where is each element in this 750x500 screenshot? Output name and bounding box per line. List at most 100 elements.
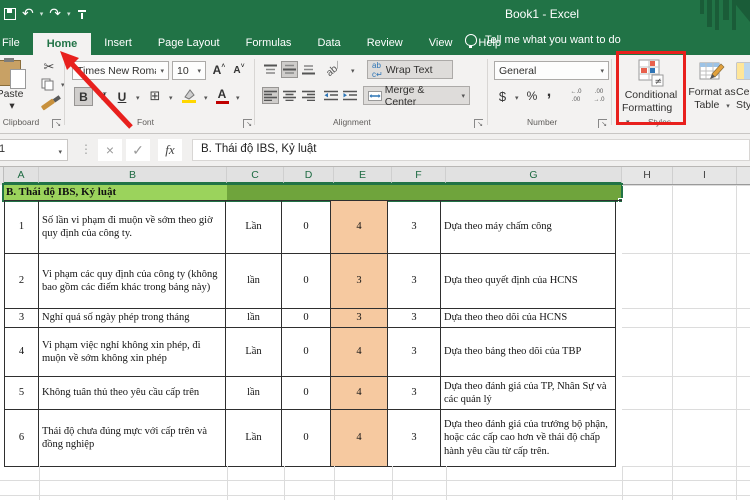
cell-score[interactable]: 4 bbox=[331, 328, 388, 377]
tell-me-box[interactable]: Tell me what you want to do bbox=[465, 34, 621, 48]
tab-formulas[interactable]: Formulas bbox=[233, 30, 305, 55]
cell-max[interactable]: 3 bbox=[388, 377, 441, 410]
cell-no[interactable]: 1 bbox=[5, 201, 39, 254]
cell-min[interactable]: 0 bbox=[282, 201, 331, 254]
cell-score[interactable]: 3 bbox=[331, 309, 388, 328]
cell-score[interactable]: 3 bbox=[331, 254, 388, 309]
cut-button[interactable]: ✂ bbox=[40, 59, 58, 75]
number-format-select[interactable]: General ▾ bbox=[494, 61, 609, 80]
column-header-a[interactable]: A bbox=[4, 167, 39, 184]
column-header-i[interactable]: I bbox=[673, 167, 737, 184]
cell-unit[interactable]: lần bbox=[226, 254, 282, 309]
decrease-indent-button[interactable] bbox=[322, 87, 339, 104]
cancel-button[interactable]: × bbox=[98, 139, 122, 161]
cell-styles-button[interactable]: Cell Styles bbox=[736, 57, 750, 129]
column-header-f[interactable]: F bbox=[392, 167, 446, 184]
column-header-e[interactable]: E bbox=[334, 167, 392, 184]
accounting-format-button[interactable]: $ bbox=[495, 87, 510, 105]
tab-page-layout[interactable]: Page Layout bbox=[145, 30, 233, 55]
insert-function-button[interactable]: fx bbox=[158, 139, 182, 161]
customize-qat-icon[interactable] bbox=[77, 8, 87, 20]
tab-file[interactable]: File bbox=[0, 30, 33, 55]
cell-criteria[interactable]: Vi phạm việc nghỉ không xin phép, đi muộ… bbox=[39, 328, 226, 377]
cell-no[interactable]: 2 bbox=[5, 254, 39, 309]
cell-criteria[interactable]: Không tuân thủ theo yêu cầu cấp trên bbox=[39, 377, 226, 410]
fill-color-dropdown-icon[interactable]: ▾ bbox=[204, 94, 208, 102]
alignment-dialog-launcher[interactable]: ↘ bbox=[474, 119, 483, 128]
top-align-button[interactable] bbox=[262, 61, 279, 78]
wrap-text-button[interactable]: ab c↵ Wrap Text bbox=[367, 60, 453, 79]
accounting-dropdown-icon[interactable]: ▾ bbox=[515, 94, 519, 102]
middle-align-button[interactable] bbox=[281, 61, 298, 78]
cell-criteria[interactable]: Số lần vi phạm đi muộn về sớm theo giờ q… bbox=[39, 201, 226, 254]
cell-min[interactable]: 0 bbox=[282, 254, 331, 309]
percent-style-button[interactable]: % bbox=[524, 87, 540, 105]
undo-icon[interactable]: ↶ bbox=[22, 4, 34, 24]
cell-basis[interactable]: Dựa theo đánh giá của TP, Nhân Sự và các… bbox=[441, 377, 616, 410]
shrink-font-button[interactable]: A ˅ bbox=[231, 61, 247, 79]
tab-insert[interactable]: Insert bbox=[91, 30, 145, 55]
cell-unit[interactable]: Lần bbox=[226, 201, 282, 254]
cell-unit[interactable]: Lần bbox=[226, 328, 282, 377]
align-right-button[interactable] bbox=[300, 87, 317, 104]
cell-no[interactable]: 6 bbox=[5, 410, 39, 467]
font-name-select[interactable]: Times New Romar ▾ bbox=[72, 61, 169, 80]
column-header-h[interactable]: H bbox=[622, 167, 673, 184]
clipboard-dialog-launcher[interactable]: ↘ bbox=[52, 119, 61, 128]
cell-basis[interactable]: Dựa theo đánh giá của trưởng bộ phận, ho… bbox=[441, 410, 616, 467]
cell-criteria[interactable]: Thái độ chưa đúng mực với cấp trên và đồ… bbox=[39, 410, 226, 467]
cell-no[interactable]: 3 bbox=[5, 309, 39, 328]
align-center-button[interactable] bbox=[281, 87, 298, 104]
cell-unit[interactable]: lần bbox=[226, 377, 282, 410]
formula-bar-grip[interactable]: ⋮ bbox=[80, 142, 92, 156]
increase-decimal-button[interactable]: ←.0 .00 bbox=[565, 86, 587, 106]
orientation-dropdown-icon[interactable]: ▾ bbox=[351, 67, 355, 75]
number-dialog-launcher[interactable]: ↘ bbox=[598, 119, 607, 128]
font-color-dropdown-icon[interactable]: ▾ bbox=[236, 94, 240, 102]
tab-data[interactable]: Data bbox=[304, 30, 353, 55]
fill-color-button[interactable] bbox=[180, 86, 198, 106]
column-header-b[interactable]: B bbox=[39, 167, 227, 184]
orientation-button[interactable]: ab ⟋ bbox=[321, 56, 348, 83]
redo-icon[interactable]: ↷ bbox=[49, 4, 61, 24]
bottom-align-button[interactable] bbox=[300, 61, 317, 78]
font-size-select[interactable]: 10 ▾ bbox=[172, 61, 206, 80]
enter-button[interactable]: ✓ bbox=[126, 139, 150, 161]
paste-button[interactable]: Paste ▾ bbox=[0, 58, 34, 120]
cell-max[interactable]: 3 bbox=[388, 309, 441, 328]
cell-min[interactable]: 0 bbox=[282, 328, 331, 377]
font-dialog-launcher[interactable]: ↘ bbox=[243, 119, 252, 128]
cell-basis[interactable]: Dựa theo máy chấm công bbox=[441, 201, 616, 254]
underline-dropdown-icon[interactable]: ▾ bbox=[136, 94, 140, 102]
cell-basis[interactable]: Dựa theo quyết định của HCNS bbox=[441, 254, 616, 309]
tab-review[interactable]: Review bbox=[354, 30, 416, 55]
tab-view[interactable]: View bbox=[416, 30, 466, 55]
formula-input[interactable]: B. Thái độ IBS, Kỷ luật bbox=[192, 139, 750, 161]
cell-basis[interactable]: Dựa theo bảng theo dõi của TBP bbox=[441, 328, 616, 377]
copy-button[interactable] bbox=[40, 77, 54, 91]
column-header-d[interactable]: D bbox=[284, 167, 334, 184]
save-icon[interactable] bbox=[4, 8, 16, 20]
bold-button[interactable]: B bbox=[74, 87, 93, 106]
borders-dropdown-icon[interactable]: ▾ bbox=[169, 94, 173, 102]
cell-score[interactable]: 4 bbox=[331, 201, 388, 254]
decrease-decimal-button[interactable]: .00 →.0 bbox=[588, 86, 610, 106]
borders-button[interactable]: ⊞ bbox=[146, 87, 164, 106]
font-color-button[interactable]: A bbox=[214, 86, 230, 106]
format-painter-button[interactable] bbox=[38, 97, 58, 111]
name-box[interactable]: 1 ▾ bbox=[0, 139, 68, 161]
cell-unit[interactable]: Lần bbox=[226, 410, 282, 467]
increase-indent-button[interactable] bbox=[341, 87, 358, 104]
cell-max[interactable]: 3 bbox=[388, 254, 441, 309]
cell-max[interactable]: 3 bbox=[388, 410, 441, 467]
cell-min[interactable]: 0 bbox=[282, 377, 331, 410]
undo-dropdown-icon[interactable]: ▾ bbox=[40, 10, 44, 18]
cell-no[interactable]: 4 bbox=[5, 328, 39, 377]
comma-style-button[interactable]: , bbox=[543, 83, 555, 101]
format-as-table-button[interactable]: Format as Table ▾ bbox=[686, 57, 738, 129]
section-header-row[interactable]: B. Thái độ IBS, Kỷ luật bbox=[4, 185, 622, 200]
redo-dropdown-icon[interactable]: ▾ bbox=[67, 10, 71, 18]
cell-no[interactable]: 5 bbox=[5, 377, 39, 410]
cell-basis[interactable]: Dựa theo theo dõi của HCNS bbox=[441, 309, 616, 328]
cell-criteria[interactable]: Nghỉ quá số ngày phép trong tháng bbox=[39, 309, 226, 328]
